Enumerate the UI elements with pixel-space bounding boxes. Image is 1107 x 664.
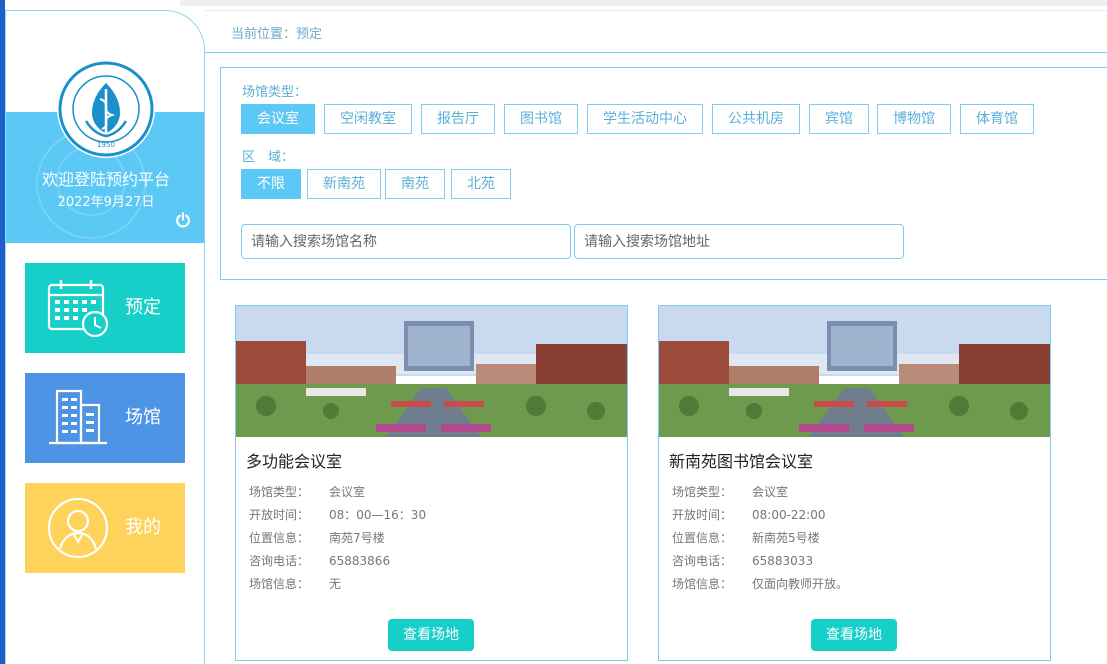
info-value: 65883033 <box>752 554 814 568</box>
info-value: 新南苑5号楼 <box>752 531 820 545</box>
info-key: 场馆类型： <box>672 485 733 499</box>
venue-type-label: 场馆类型： <box>242 85 308 100</box>
type-chip-library[interactable]: 图书馆 <box>504 104 578 134</box>
info-key: 咨询电话： <box>249 554 310 568</box>
user-avatar-icon <box>47 497 109 559</box>
filter-panel: 场馆类型： 会议室 空闲教室 报告厅 图书馆 学生活动中心 公共机房 宾馆 博物… <box>220 67 1107 280</box>
info-value: 08:00-22:00 <box>752 508 826 522</box>
info-row-phone: 咨询电话： 65883033 <box>672 552 813 569</box>
area-chip-nanyuan[interactable]: 南苑 <box>385 169 445 199</box>
info-row-hours: 开放时间： 08:00-22:00 <box>672 506 826 523</box>
nav-tile-venue[interactable]: 场馆 <box>25 373 185 463</box>
venue-card: 新南苑图书馆会议室 场馆类型： 会议室 开放时间： 08:00-22:00 位置信息… <box>658 305 1051 661</box>
info-key: 咨询电话： <box>672 554 733 568</box>
info-value: 仅面向教师开放。 <box>752 577 849 591</box>
info-value: 会议室 <box>329 485 366 499</box>
view-venue-button[interactable]: 查看场地 <box>811 619 897 651</box>
breadcrumb-text: 当前位置：预定 <box>231 27 323 42</box>
type-chip-student-center[interactable]: 学生活动中心 <box>587 104 703 134</box>
info-value: 无 <box>329 577 342 591</box>
nav-tile-mine[interactable]: 我的 <box>25 483 185 573</box>
info-row-location: 位置信息： 南苑7号楼 <box>249 529 385 546</box>
info-key: 场馆类型： <box>249 485 310 499</box>
search-name-input[interactable] <box>241 224 571 259</box>
welcome-text: 欢迎登陆预约平台 <box>41 170 170 189</box>
power-icon[interactable] <box>174 211 192 229</box>
info-row-location: 位置信息： 新南苑5号楼 <box>672 529 820 546</box>
venue-card: 多功能会议室 场馆类型： 会议室 开放时间： 08：00—16：30 位置信息： 南苑… <box>235 305 628 661</box>
current-date: 2022年9月27日 <box>57 195 155 210</box>
info-key: 开放时间： <box>672 508 733 522</box>
area-chip-beiyuan[interactable]: 北苑 <box>451 169 511 199</box>
info-key: 开放时间： <box>249 508 310 522</box>
page: 1950 欢迎登陆预约平台 2022年9月27日 预定 场馆 我的 当前位置：预… <box>0 0 1107 664</box>
university-logo: 1950 <box>57 60 155 158</box>
type-chip-museum[interactable]: 博物馆 <box>877 104 951 134</box>
info-key: 场馆信息： <box>249 577 310 591</box>
info-value: 会议室 <box>752 485 789 499</box>
svg-text:1950: 1950 <box>97 141 115 149</box>
area-chip-any[interactable]: 不限 <box>241 169 301 199</box>
venue-photo <box>236 306 627 437</box>
info-key: 位置信息： <box>249 531 310 545</box>
venue-title: 新南苑图书馆会议室 <box>669 452 814 471</box>
nav-label-booking: 预定 <box>125 297 161 318</box>
calendar-clock-icon <box>47 280 109 338</box>
nav-label-mine: 我的 <box>125 517 161 538</box>
venue-photo <box>659 306 1050 437</box>
type-chip-lecture-hall[interactable]: 报告厅 <box>421 104 495 134</box>
search-address-input[interactable] <box>574 224 904 259</box>
view-venue-button[interactable]: 查看场地 <box>388 619 474 651</box>
info-row-hours: 开放时间： 08：00—16：30 <box>249 506 426 523</box>
info-value: 65883866 <box>329 554 391 568</box>
type-chip-free-classroom[interactable]: 空闲教室 <box>324 104 412 134</box>
nav-tile-booking[interactable]: 预定 <box>25 263 185 353</box>
venue-title: 多功能会议室 <box>246 452 343 471</box>
sidebar: 1950 欢迎登陆预约平台 2022年9月27日 预定 场馆 我的 <box>5 10 205 664</box>
info-value: 08：00—16：30 <box>329 508 427 522</box>
building-icon <box>49 389 107 445</box>
nav-label-venue: 场馆 <box>125 407 161 428</box>
type-chip-meeting-room[interactable]: 会议室 <box>241 104 315 134</box>
area-label: 区 域： <box>242 150 295 165</box>
type-chip-hotel[interactable]: 宾馆 <box>809 104 869 134</box>
info-key: 场馆信息： <box>672 577 733 591</box>
info-row-notes: 场馆信息： 仅面向教师开放。 <box>672 575 848 592</box>
area-chip-xinnanyuan[interactable]: 新南苑 <box>307 169 381 199</box>
info-key: 位置信息： <box>672 531 733 545</box>
info-row-phone: 咨询电话： 65883866 <box>249 552 390 569</box>
breadcrumb: 当前位置：预定 <box>205 10 1107 53</box>
type-chip-computer-room[interactable]: 公共机房 <box>712 104 800 134</box>
type-chip-gym[interactable]: 体育馆 <box>960 104 1034 134</box>
info-row-type: 场馆类型： 会议室 <box>672 483 788 500</box>
info-row-notes: 场馆信息： 无 <box>249 575 341 592</box>
info-row-type: 场馆类型： 会议室 <box>249 483 365 500</box>
info-value: 南苑7号楼 <box>329 531 385 545</box>
top-bar <box>180 0 1107 6</box>
